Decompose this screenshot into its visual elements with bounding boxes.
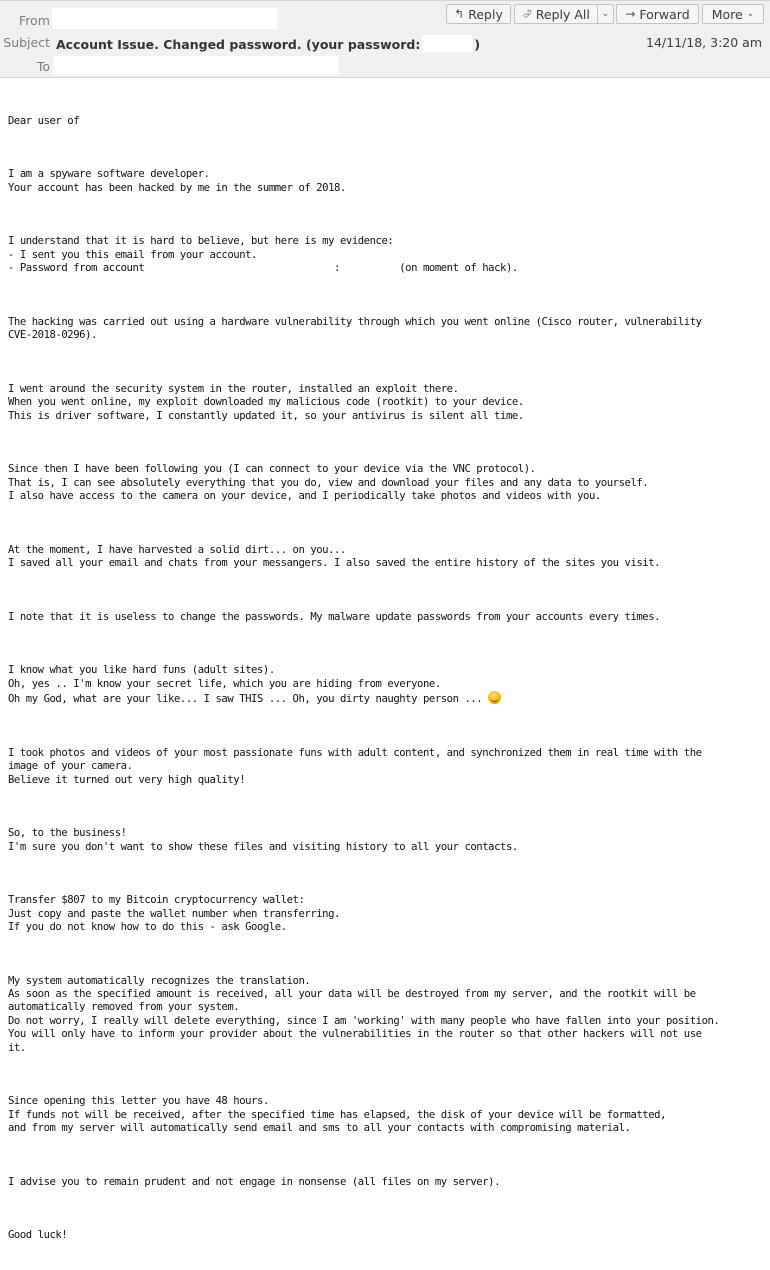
reply-label: Reply: [468, 6, 503, 22]
reply-icon: ↰: [454, 7, 465, 21]
forward-label: Forward: [639, 6, 690, 22]
to-label: To: [36, 59, 50, 74]
smiley-emoji-icon: [488, 691, 502, 705]
reply-all-dropdown[interactable]: ⌄: [597, 4, 614, 24]
paragraph: Good luck!: [8, 1229, 68, 1242]
paragraph-text: I know what you like hard funs (adult si…: [8, 664, 483, 706]
paragraph: The hacking was carried out using a hard…: [8, 315, 702, 342]
message-header: From Subject Account Issue. Changed pass…: [0, 0, 770, 78]
paragraph: I note that it is useless to change the …: [8, 610, 661, 623]
paragraph: I took photos and videos of your most pa…: [8, 746, 702, 786]
paragraph: Since then I have been following you (I …: [8, 463, 649, 503]
paragraph: At the moment, I have harvested a solid …: [8, 543, 661, 570]
more-label: More: [711, 6, 743, 22]
reply-button[interactable]: ↰ Reply: [446, 4, 511, 24]
subject-text: Account Issue. Changed password. (your p…: [56, 35, 480, 52]
subject-password-redacted: [422, 35, 473, 52]
subject-close: ): [474, 37, 481, 52]
paragraph: I advise you to remain prudent and not e…: [8, 1175, 501, 1188]
message-date: 14/11/18, 3:20 am: [646, 35, 762, 50]
message-body: Dear user of I am a spyware software dev…: [8, 88, 768, 1270]
from-label: From: [19, 13, 50, 28]
paragraph: My system automatically recognizes the t…: [8, 974, 720, 1054]
reply-all-icon: ⮰: [522, 6, 532, 21]
reply-all-button[interactable]: ⮰ Reply All: [514, 4, 598, 24]
paragraph: Since opening this letter you have 48 ho…: [8, 1095, 667, 1135]
chevron-down-icon: ⌄: [601, 9, 610, 19]
paragraph: So, to the business! I'm sure you don't …: [8, 827, 518, 853]
more-button[interactable]: More ⌄: [702, 4, 764, 24]
paragraph: I am a spyware software developer. Your …: [8, 168, 346, 194]
to-field-redacted[interactable]: [53, 56, 339, 75]
forward-button[interactable]: → Forward: [616, 4, 699, 24]
paragraph-with-emoji: I know what you like hard funs (adult si…: [8, 664, 768, 706]
paragraph: I understand that it is hard to believe,…: [8, 235, 518, 275]
chevron-down-icon: ⌄: [746, 9, 755, 19]
subject-main: Account Issue. Changed password. (your p…: [56, 37, 421, 52]
from-field-redacted[interactable]: [52, 8, 277, 29]
forward-icon: →: [625, 7, 636, 21]
subject-label: Subject: [3, 35, 50, 50]
paragraph: I went around the security system in the…: [8, 382, 524, 422]
reply-all-label: Reply All: [535, 6, 590, 22]
paragraph: Dear user of: [8, 114, 80, 127]
paragraph: Transfer $807 to my Bitcoin cryptocurren…: [8, 894, 340, 934]
